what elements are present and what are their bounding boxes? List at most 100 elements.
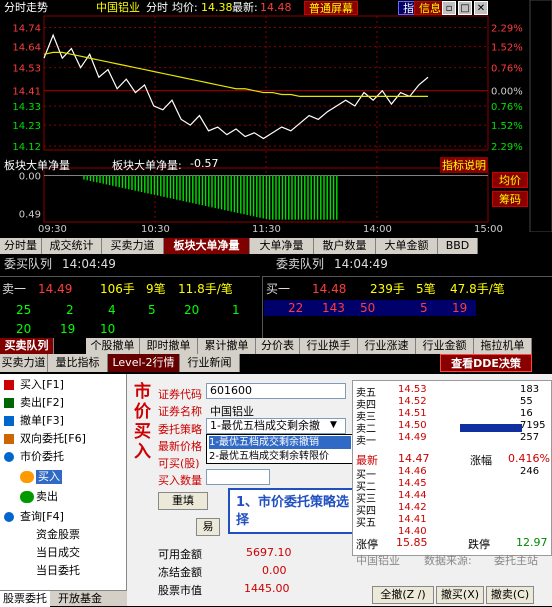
cancel-icon	[4, 416, 14, 426]
tab-retail-count[interactable]: 散户数量	[314, 238, 376, 254]
sell2-volume-bar	[460, 424, 522, 432]
tab-stock-cancel[interactable]: 个股撤单	[86, 338, 140, 354]
sell-3-price: 14.51	[398, 408, 427, 419]
cancel-all-button[interactable]: 全撤(Z /)	[372, 586, 434, 604]
nav-tree: 买入[F1] 卖出[F2] 撤单[F3] 双向委托[F6] 市价委托 买入 卖出…	[0, 374, 127, 592]
tab-volume-ratio[interactable]: 量比指标	[48, 354, 108, 372]
tab-buy-sell-force[interactable]: 买卖力道	[102, 238, 164, 254]
strategy-select[interactable]: 1-最优五档成交剩余撤	[206, 418, 346, 434]
tree-bidirectional[interactable]: 双向委托[F6]	[20, 432, 86, 446]
indicator-label: 板块大单净量:	[112, 159, 182, 172]
buy-5-price: 14.41	[398, 514, 427, 525]
tab-price-table[interactable]: 分价表	[256, 338, 300, 354]
tab-tractor-order[interactable]: 拖拉机单	[474, 338, 532, 354]
cancel-sell-button[interactable]: 撤卖(C)	[486, 586, 534, 604]
price-label: 最新价格	[158, 440, 202, 453]
code-input[interactable]: 601600	[206, 383, 346, 399]
can-buy-label: 可买(股)	[158, 457, 200, 470]
avg-price-value: 14.38	[201, 1, 233, 14]
tab-bbd[interactable]: BBD	[438, 238, 478, 254]
chevron-down-icon[interactable]: ▼	[330, 420, 337, 430]
tab-industry-news[interactable]: 行业新闻	[180, 354, 240, 372]
tab-queue[interactable]: 买卖队列	[0, 338, 54, 354]
mkt-value: 1445.00	[244, 582, 290, 595]
last-price-value: 14.48	[260, 1, 292, 14]
tab-industry-amount[interactable]: 行业金额	[416, 338, 474, 354]
tab-stock-order[interactable]: 股票委托	[0, 591, 50, 607]
sell-5-label: 卖一	[356, 436, 376, 447]
sell1-avg: 11.8手/笔	[178, 282, 233, 296]
tree-market-order[interactable]: 市价委托	[20, 450, 64, 464]
change-label: 涨幅	[470, 454, 492, 467]
minimize-icon[interactable]: ▫	[442, 1, 456, 15]
sell-order-6: 1	[232, 303, 240, 317]
sell-1-vol: 183	[520, 384, 540, 395]
tab-cumulative-cancel[interactable]: 累计撤单	[198, 338, 256, 354]
tab-open-fund[interactable]: 开放基金	[54, 591, 106, 607]
close-icon[interactable]: ✕	[474, 1, 488, 15]
tree-buy[interactable]: 买入[F1]	[20, 378, 64, 392]
tab-level2[interactable]: Level-2行情	[108, 354, 180, 372]
buy-badge-icon	[20, 471, 34, 483]
fall-limit-label: 跌停	[468, 538, 490, 551]
reset-button[interactable]: 重填	[158, 492, 208, 510]
buy-queue-title: 委买队列	[4, 257, 53, 271]
tree-query[interactable]: 查询[F4]	[20, 510, 64, 524]
intraday-chart[interactable]: 14.74 2.29% 14.64 1.52% 14.53 0.76% 14.41 0.00%…	[0, 0, 552, 232]
maximize-icon[interactable]: □	[458, 1, 472, 15]
tree-sell[interactable]: 卖出[F2]	[20, 396, 64, 410]
tab-industry-turnover[interactable]: 行业换手	[300, 338, 358, 354]
tree-today-orders[interactable]: 当日委托	[36, 564, 80, 578]
y-tick-right: 0.76%	[491, 102, 523, 113]
y-tick-left: 14.64	[12, 43, 41, 54]
y-tick-right: 2.29%	[491, 142, 523, 153]
buy1-avg: 47.8手/笔	[450, 282, 505, 296]
buy-2-price: 14.45	[398, 478, 427, 489]
tab-instant-cancel[interactable]: 即时撤单	[140, 338, 198, 354]
tree-today-trades[interactable]: 当日成交	[36, 546, 80, 560]
shortcut-button[interactable]: 易	[196, 518, 220, 536]
indicator-help-button[interactable]: 指标说明	[440, 157, 488, 173]
chips-side-button[interactable]: 筹码	[492, 191, 528, 207]
intraday-chart-panel: 14.74 2.29% 14.64 1.52% 14.53 0.76% 14.41 0.00%…	[0, 0, 552, 232]
strategy-label: 委托策略	[158, 423, 202, 436]
qty-input[interactable]	[206, 469, 270, 485]
strategy-option-2[interactable]: 2-最优五档成交剩余转限价	[209, 450, 351, 463]
tab-big-order-net[interactable]: 大单净量	[250, 238, 314, 254]
cancel-buy-button[interactable]: 撤买(X)	[436, 586, 484, 604]
tab-volume[interactable]: 分时量	[0, 238, 42, 254]
buy-icon	[4, 380, 14, 390]
y-tick-right: 2.29%	[491, 23, 523, 34]
dde-decision-button[interactable]: 查看DDE决策	[440, 354, 532, 372]
tree-market-sell[interactable]: 卖出	[36, 490, 58, 504]
y-tick-left: 14.53	[12, 64, 41, 75]
sell-order-2: 2	[66, 303, 74, 317]
callout-text: 1、市价委托策略选择	[236, 495, 350, 528]
avg-side-button[interactable]: 均价	[492, 172, 528, 188]
y-tick-left: 14.12	[12, 142, 41, 153]
buy-order-3: 50	[360, 301, 376, 315]
indicator-value: -0.57	[190, 157, 219, 170]
tree-cancel[interactable]: 撤单[F3]	[20, 414, 64, 428]
strategy-option-1[interactable]: 1-最优五档成交剩余撤销	[209, 436, 351, 449]
sell-order-1: 25	[16, 303, 32, 317]
indicator-title: 板块大单净量	[4, 159, 70, 172]
buy-queue-time: 14:04:49	[62, 257, 116, 271]
tab-sector-big-order[interactable]: 板块大单净量	[164, 238, 250, 254]
tab-trade-stats[interactable]: 成交统计	[42, 238, 102, 254]
tree-market-buy[interactable]: 买入	[36, 470, 62, 484]
price-line	[43, 33, 429, 140]
source-label: 数据来源:	[424, 554, 472, 567]
buy1-price: 14.48	[312, 282, 347, 296]
tab-force[interactable]: 买卖力道	[0, 354, 48, 372]
ob-stock-name: 中国铝业	[356, 554, 400, 567]
tab-industry-speed[interactable]: 行业涨速	[358, 338, 416, 354]
callout-box: 1、市价委托策略选择	[228, 488, 360, 534]
tree-funds[interactable]: 资金股票	[36, 528, 80, 542]
tab-big-order-amount[interactable]: 大单金额	[376, 238, 438, 254]
qty-label: 买入数量	[158, 474, 202, 487]
folder-icon	[4, 452, 14, 462]
avg-price-label: 均价:	[172, 1, 198, 14]
screen-mode-button[interactable]: 普通屏幕	[304, 1, 358, 15]
sell-2-vol: 55	[520, 396, 533, 407]
